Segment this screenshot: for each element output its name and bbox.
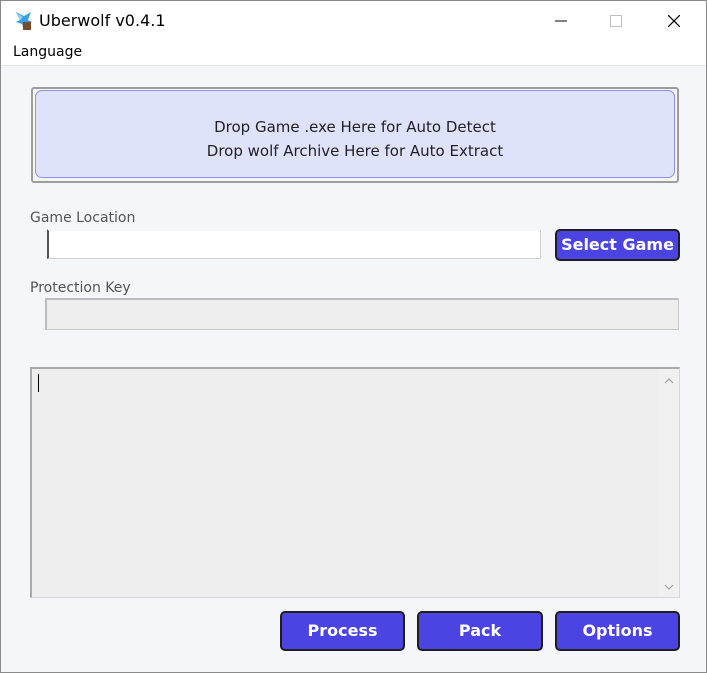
close-icon [668,15,680,27]
select-game-button[interactable]: Select Game [555,229,680,261]
minimize-icon [555,20,567,22]
maximize-icon [610,15,622,27]
maximize-button[interactable] [588,1,646,41]
menu-item-language[interactable]: Language [13,44,82,60]
window-title: Uberwolf v0.4.1 [39,11,166,30]
close-button[interactable] [646,1,704,41]
pack-button[interactable]: Pack [417,611,543,651]
protection-key-input [45,298,679,330]
game-location-input[interactable] [47,229,541,259]
app-window: Uberwolf v0.4.1 Language Drop Game .exe … [0,0,707,673]
options-button[interactable]: Options [555,611,680,651]
drop-zone-archive-hint: Drop wolf Archive Here for Auto Extract [206,142,504,160]
title-bar[interactable]: Uberwolf v0.4.1 [1,1,706,41]
protection-key-label: Protection Key [30,280,131,296]
process-button[interactable]: Process [280,611,405,651]
log-scrollbar[interactable] [659,369,679,597]
game-location-label: Game Location [30,210,136,226]
minimize-button[interactable] [533,1,591,41]
log-output[interactable] [30,367,680,598]
menu-bar: Language [1,41,706,66]
drop-zone-panel[interactable]: Drop Game .exe Here for Auto Detect Drop… [35,90,675,178]
chevron-up-icon[interactable] [664,377,674,385]
chevron-down-icon[interactable] [664,583,674,591]
drop-zone[interactable]: Drop Game .exe Here for Auto Detect Drop… [31,87,679,183]
text-caret [38,374,39,392]
drop-zone-exe-hint: Drop Game .exe Here for Auto Detect [214,118,496,136]
wolf-icon [14,10,34,32]
